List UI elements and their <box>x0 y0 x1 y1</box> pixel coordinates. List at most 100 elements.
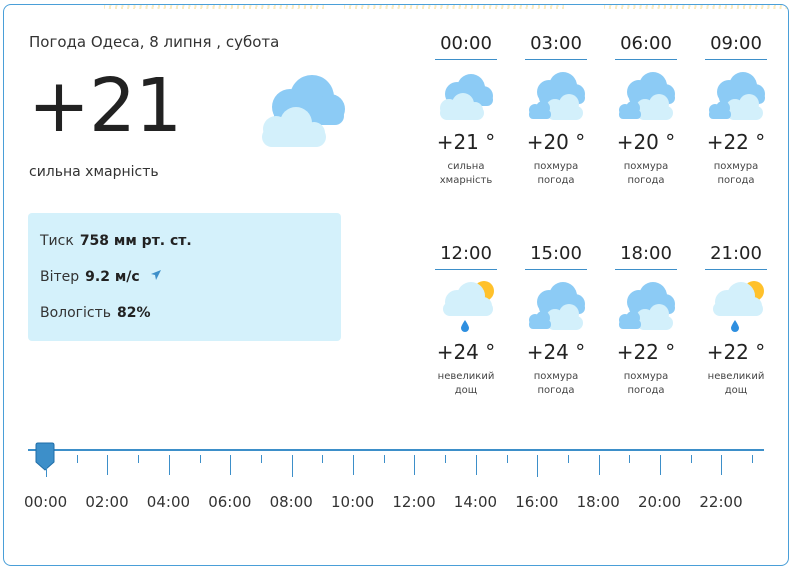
page-title: Погода Одеса, 8 липня , субота <box>29 33 280 51</box>
hour-forecast-item: 15:00 +24 ° похмура погода <box>525 241 587 398</box>
sun-rain-icon <box>705 278 767 338</box>
hour-description-line: похмура <box>623 161 669 172</box>
decor-stripe <box>104 5 324 9</box>
hour-temperature: +22 ° <box>616 340 676 364</box>
hour-temperature: +20 ° <box>616 130 676 154</box>
hour-description-line: дощ <box>454 385 478 396</box>
humidity-row: Вологість 82% <box>40 305 151 321</box>
slider-tick <box>537 455 539 477</box>
timeline-label[interactable]: 22:00 <box>699 493 742 511</box>
slider-tick <box>353 455 354 475</box>
wind-label: Вітер <box>40 269 80 285</box>
hour-temperature: +24 ° <box>526 340 586 364</box>
slider-tick <box>752 455 754 463</box>
hour-temperature: +20 ° <box>526 130 586 154</box>
hour-description: похмура погода <box>525 370 587 398</box>
slider-tick <box>721 455 723 475</box>
slider-tick <box>322 455 324 463</box>
timeline-label[interactable]: 12:00 <box>392 493 435 511</box>
hour-description: похмура погода <box>615 370 677 398</box>
slider-tick <box>260 455 262 463</box>
cloud-icon <box>435 68 497 128</box>
hour-description-line: погода <box>627 385 665 396</box>
wind-value: 9.2 м/с <box>85 269 140 285</box>
hour-time: 03:00 <box>525 31 587 60</box>
clouds-icon <box>525 68 587 128</box>
slider-tick <box>46 455 47 477</box>
hour-description-line: дощ <box>724 385 748 396</box>
timeline-label[interactable]: 04:00 <box>147 493 190 511</box>
slider-tick <box>690 455 692 463</box>
sun-rain-icon <box>435 278 497 338</box>
slider-tick <box>414 455 416 475</box>
timeline-label[interactable]: 18:00 <box>577 493 620 511</box>
hour-description-line: погода <box>537 385 575 396</box>
details-panel: Тиск 758 мм рт. ст. Вітер 9.2 м/с Вологіст… <box>28 213 341 341</box>
hour-forecast-item: 09:00 +22 ° похмура погода <box>705 31 767 188</box>
timeline-label[interactable]: 02:00 <box>85 493 128 511</box>
current-description: сильна хмарність <box>29 164 159 180</box>
slider-handle[interactable] <box>34 442 56 476</box>
hour-time: 12:00 <box>435 241 497 270</box>
time-slider[interactable]: 00:00 02:00 04:00 06:00 08:00 10:00 12:00 14:00… <box>24 442 764 511</box>
hour-description-line: невеликий <box>437 371 495 382</box>
slider-tick <box>138 455 140 463</box>
timeline-label[interactable]: 06:00 <box>208 493 251 511</box>
clouds-icon <box>615 278 677 338</box>
timeline-label[interactable]: 00:00 <box>24 493 67 511</box>
timeline-label[interactable]: 14:00 <box>454 493 497 511</box>
wind-row: Вітер 9.2 м/с <box>40 269 162 285</box>
hour-time: 21:00 <box>705 241 767 270</box>
slider-tick <box>230 455 232 475</box>
slider-tick <box>475 455 477 475</box>
hour-description-line: похмура <box>533 161 579 172</box>
hour-forecast-item: 18:00 +22 ° похмура погода <box>615 241 677 398</box>
humidity-value: 82% <box>117 305 151 321</box>
slider-tick <box>291 455 293 477</box>
hour-description-line: невеликий <box>707 371 765 382</box>
slider-track[interactable] <box>28 449 764 451</box>
hour-time: 09:00 <box>705 31 767 60</box>
timeline-label[interactable]: 20:00 <box>638 493 681 511</box>
clouds-icon <box>705 68 767 128</box>
hour-description-line: хмарність <box>439 175 493 186</box>
hour-description-line: похмура <box>713 161 759 172</box>
clouds-icon <box>615 68 677 128</box>
slider-tick <box>76 455 78 463</box>
hour-forecast-item: 00:00 +21 ° сильна хмарність <box>435 31 497 188</box>
hour-description: невеликий дощ <box>435 370 497 398</box>
pressure-row: Тиск 758 мм рт. ст. <box>40 233 192 249</box>
slider-tick <box>567 455 569 463</box>
hour-description-line: погода <box>537 175 575 186</box>
slider-tick <box>598 455 600 475</box>
slider-tick <box>506 455 508 463</box>
hour-description: сильна хмарність <box>435 160 497 188</box>
timeline-label[interactable]: 08:00 <box>270 493 313 511</box>
hour-temperature: +24 ° <box>436 340 496 364</box>
slider-tick <box>445 455 447 463</box>
timeline-label[interactable]: 16:00 <box>515 493 558 511</box>
wind-direction-icon <box>150 269 162 285</box>
hour-temperature: +22 ° <box>706 340 766 364</box>
hour-temperature: +22 ° <box>706 130 766 154</box>
hour-temperature: +21 ° <box>436 130 496 154</box>
hour-forecast-item: 21:00 +22 ° невеликий дощ <box>705 241 767 398</box>
hour-time: 06:00 <box>615 31 677 60</box>
decor-stripe <box>604 5 788 9</box>
timeline-label[interactable]: 10:00 <box>331 493 374 511</box>
hour-description: похмура погода <box>705 160 767 188</box>
weather-widget: Погода Одеса, 8 липня , субота +21 сильн… <box>3 4 789 566</box>
humidity-label: Вологість <box>40 305 112 321</box>
hour-description: похмура погода <box>615 160 677 188</box>
slider-tick <box>107 455 109 475</box>
decor-stripe <box>344 5 564 9</box>
pressure-value: 758 мм рт. ст. <box>79 233 192 249</box>
slider-tick <box>660 455 661 475</box>
hour-time: 00:00 <box>435 31 497 60</box>
slider-tick <box>199 455 201 463</box>
hour-forecast-item: 03:00 +20 ° похмура погода <box>525 31 587 188</box>
current-temperature: +21 <box>28 63 182 149</box>
hour-description-line: погода <box>627 175 665 186</box>
pressure-label: Тиск <box>40 233 74 249</box>
hour-time: 15:00 <box>525 241 587 270</box>
